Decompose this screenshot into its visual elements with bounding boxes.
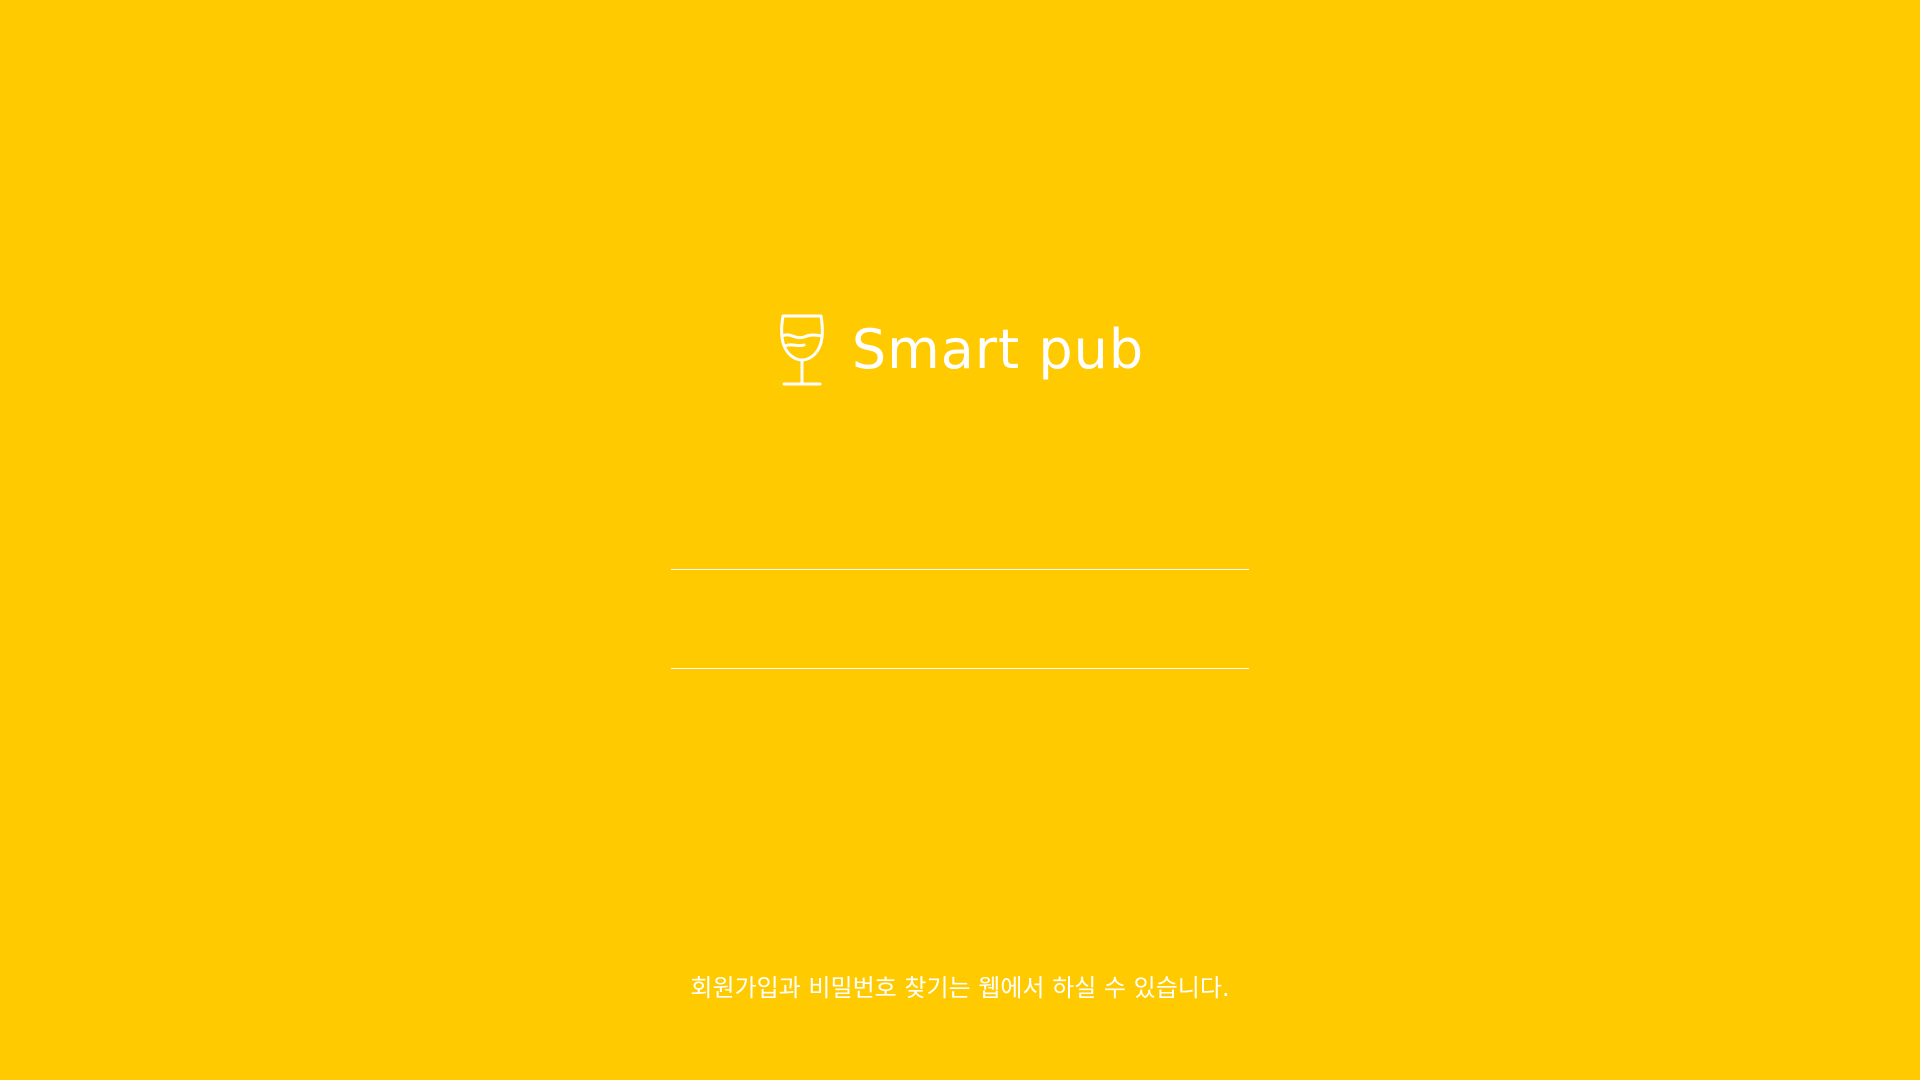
app-logo: Smart pub	[0, 312, 1920, 388]
login-form	[671, 500, 1249, 669]
password-input[interactable]	[671, 599, 1249, 669]
signup-notice: 회원가입과 비밀번호 찾기는 웹에서 하실 수 있습니다.	[690, 974, 1230, 1002]
wine-glass-icon	[776, 312, 828, 388]
id-input[interactable]	[671, 500, 1249, 570]
app-title: Smart pub	[851, 318, 1145, 381]
